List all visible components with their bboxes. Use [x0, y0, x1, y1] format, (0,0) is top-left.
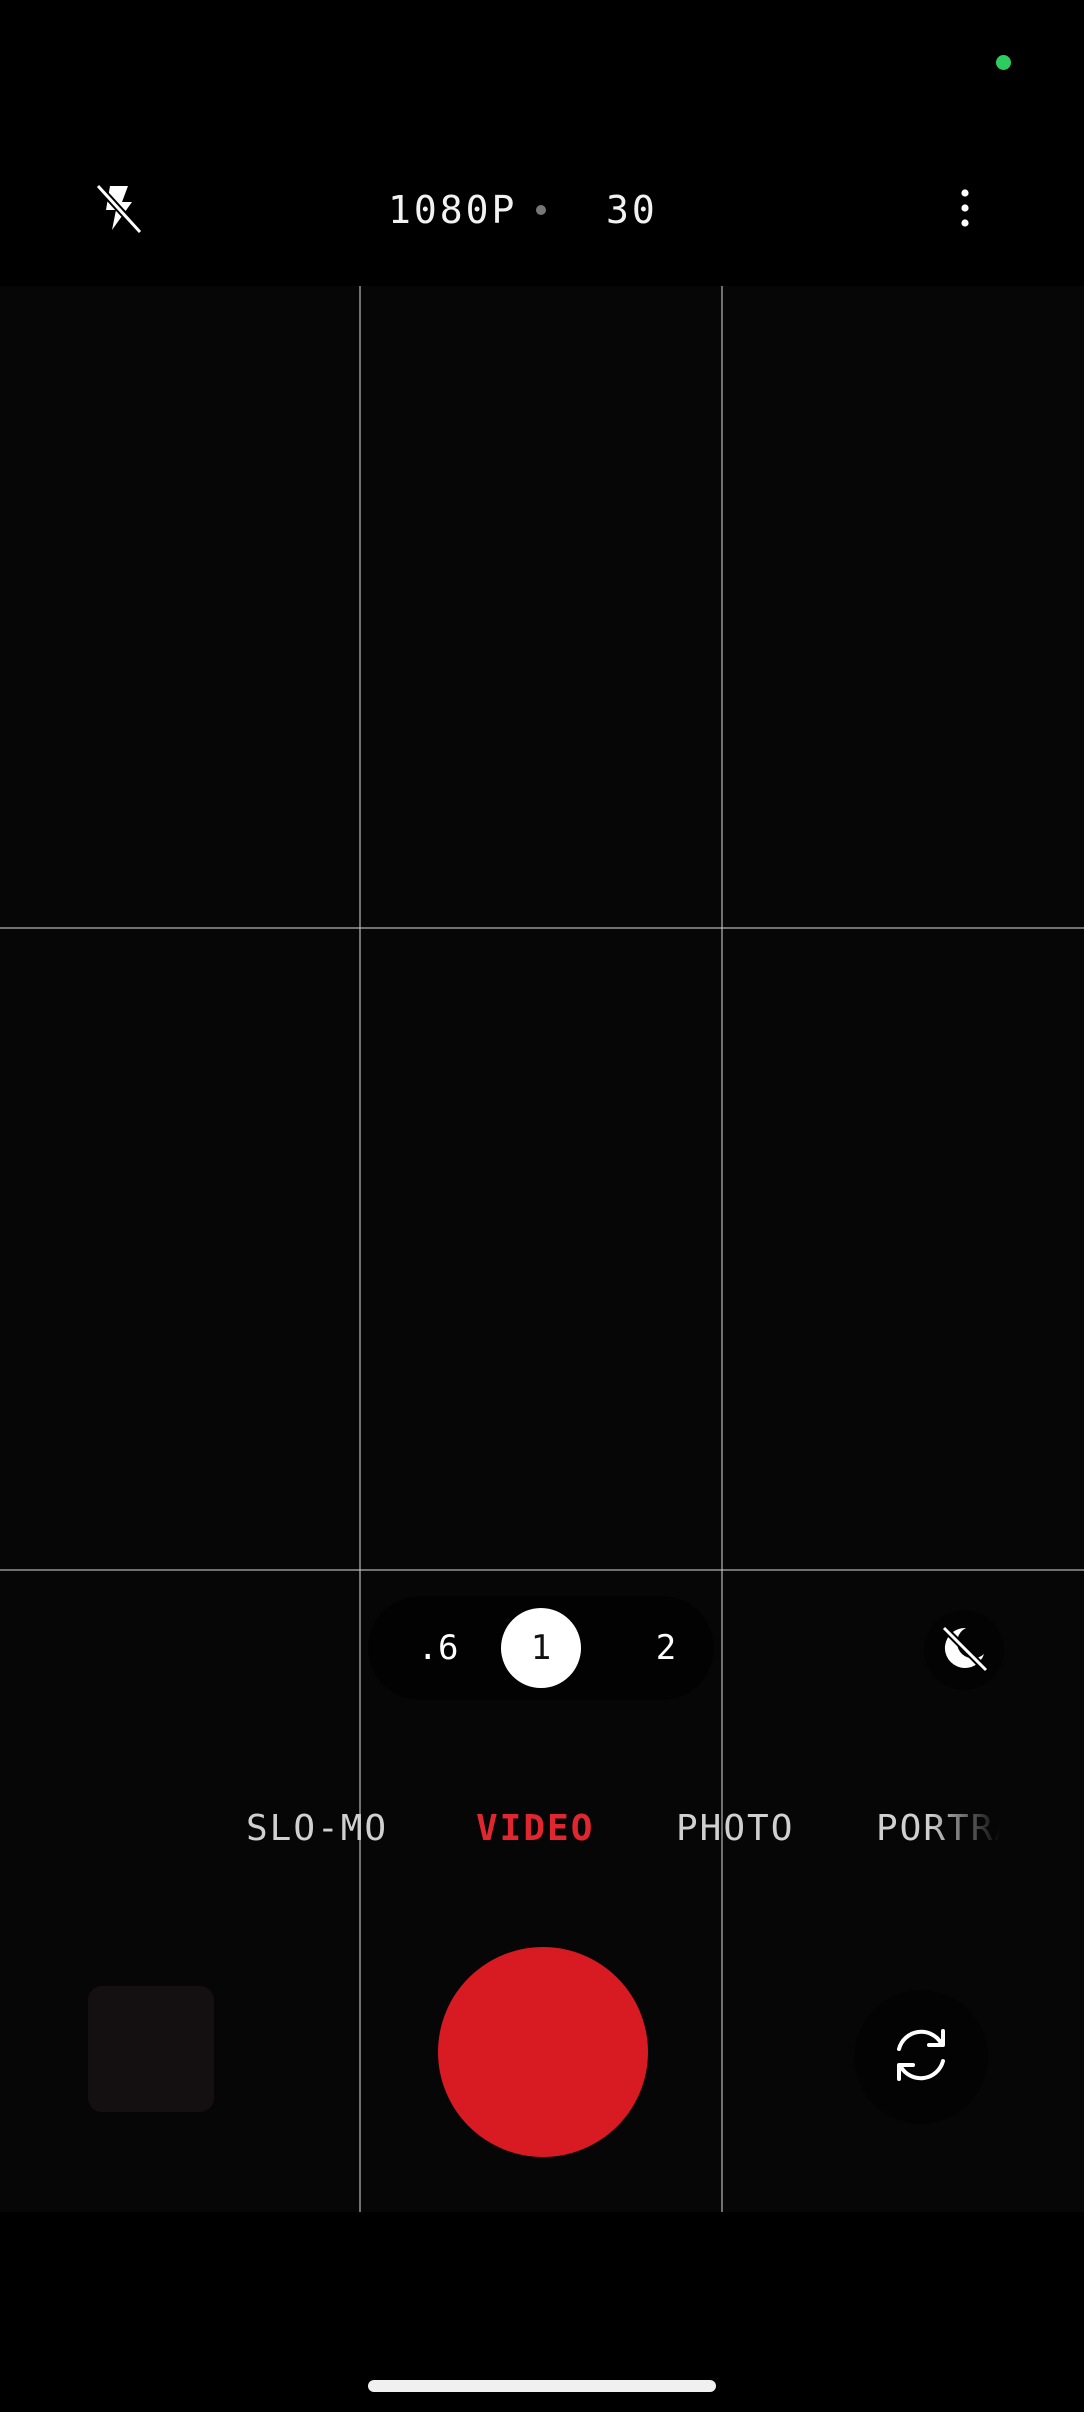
night-mode-off-icon	[936, 1620, 992, 1681]
mode-slo-mo[interactable]: SLO-MO	[246, 1808, 388, 1849]
camera-viewfinder[interactable]	[0, 286, 1084, 2212]
flash-off-icon	[92, 180, 144, 241]
zoom-option-0-6[interactable]: .6	[398, 1608, 478, 1688]
gallery-thumbnail[interactable]	[88, 1986, 214, 2112]
zoom-option-1[interactable]: 1	[501, 1608, 581, 1688]
zoom-selector: .6 1 2	[368, 1596, 714, 1700]
privacy-indicator-dot	[996, 55, 1011, 70]
resolution-selector[interactable]: 1080P	[388, 188, 517, 232]
camera-mode-carousel: SLO-MO VIDEO PHOTO PORTRAIT	[0, 1800, 1000, 1860]
frame-rate-selector[interactable]: 30	[606, 188, 658, 232]
mode-portrait[interactable]: PORTRAIT	[876, 1808, 1000, 1849]
mode-photo[interactable]: PHOTO	[676, 1808, 794, 1849]
zoom-option-2[interactable]: 2	[626, 1608, 706, 1688]
flash-toggle-button[interactable]	[88, 180, 148, 240]
switch-camera-button[interactable]	[854, 1990, 988, 2124]
mode-video[interactable]: VIDEO	[476, 1808, 594, 1849]
more-vertical-icon	[960, 188, 970, 233]
separator-dot	[536, 205, 546, 215]
grid-line-horizontal	[0, 1569, 1084, 1571]
grid-line-vertical	[721, 286, 723, 2212]
more-options-button[interactable]	[940, 178, 990, 242]
night-mode-button[interactable]	[924, 1610, 1004, 1690]
grid-line-vertical	[359, 286, 361, 2212]
grid-line-horizontal	[0, 927, 1084, 929]
home-indicator[interactable]	[368, 2380, 716, 2392]
top-toolbar: 1080P 30	[0, 150, 1084, 270]
switch-camera-icon	[885, 2019, 957, 2096]
record-button[interactable]	[438, 1947, 648, 2157]
